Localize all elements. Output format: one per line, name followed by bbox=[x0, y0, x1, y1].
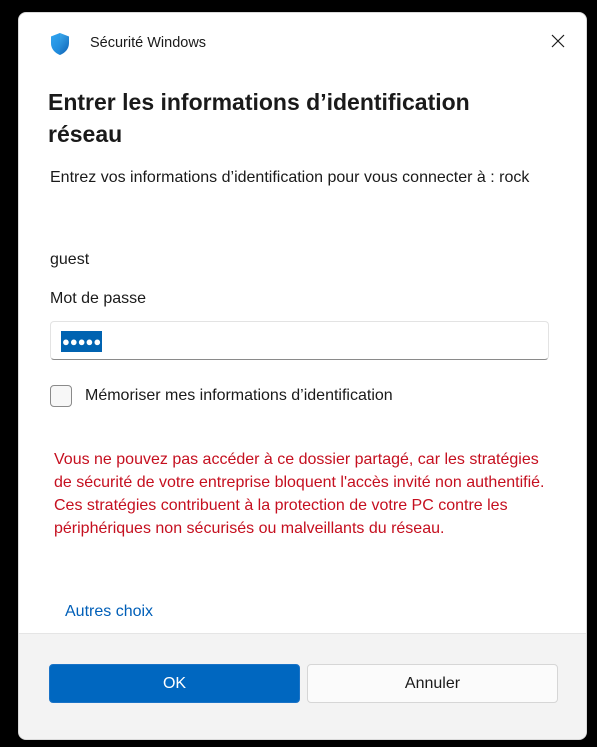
remember-credentials-row[interactable]: Mémoriser mes informations d’identificat… bbox=[50, 383, 393, 409]
close-icon bbox=[551, 34, 565, 53]
app-title: Sécurité Windows bbox=[90, 35, 207, 51]
dialog-subtitle: Entrez vos informations d’identification… bbox=[50, 169, 530, 186]
ok-button[interactable]: OK bbox=[49, 664, 300, 703]
more-choices-link[interactable]: Autres choix bbox=[65, 603, 153, 621]
remember-label: Mémoriser mes informations d’identificat… bbox=[85, 387, 393, 404]
password-label: Mot de passe bbox=[50, 290, 147, 307]
title-bar[interactable]: Sécurité Windows bbox=[19, 13, 586, 75]
dialog-footer: OK Annuler bbox=[19, 633, 586, 739]
cancel-button[interactable]: Annuler bbox=[307, 664, 558, 703]
username-value: guest bbox=[50, 251, 90, 268]
dialog-heading: Entrer les informations d’identification… bbox=[48, 89, 470, 147]
password-value: ●●●●● bbox=[61, 331, 103, 352]
error-message: Vous ne pouvez pas accéder à ce dossier … bbox=[54, 451, 545, 537]
close-button[interactable] bbox=[538, 27, 578, 59]
credential-dialog: Sécurité Windows Entrer les informations… bbox=[18, 12, 587, 740]
password-field[interactable]: ●●●●● bbox=[50, 321, 549, 360]
shield-icon bbox=[49, 32, 71, 56]
remember-checkbox[interactable] bbox=[50, 385, 72, 407]
